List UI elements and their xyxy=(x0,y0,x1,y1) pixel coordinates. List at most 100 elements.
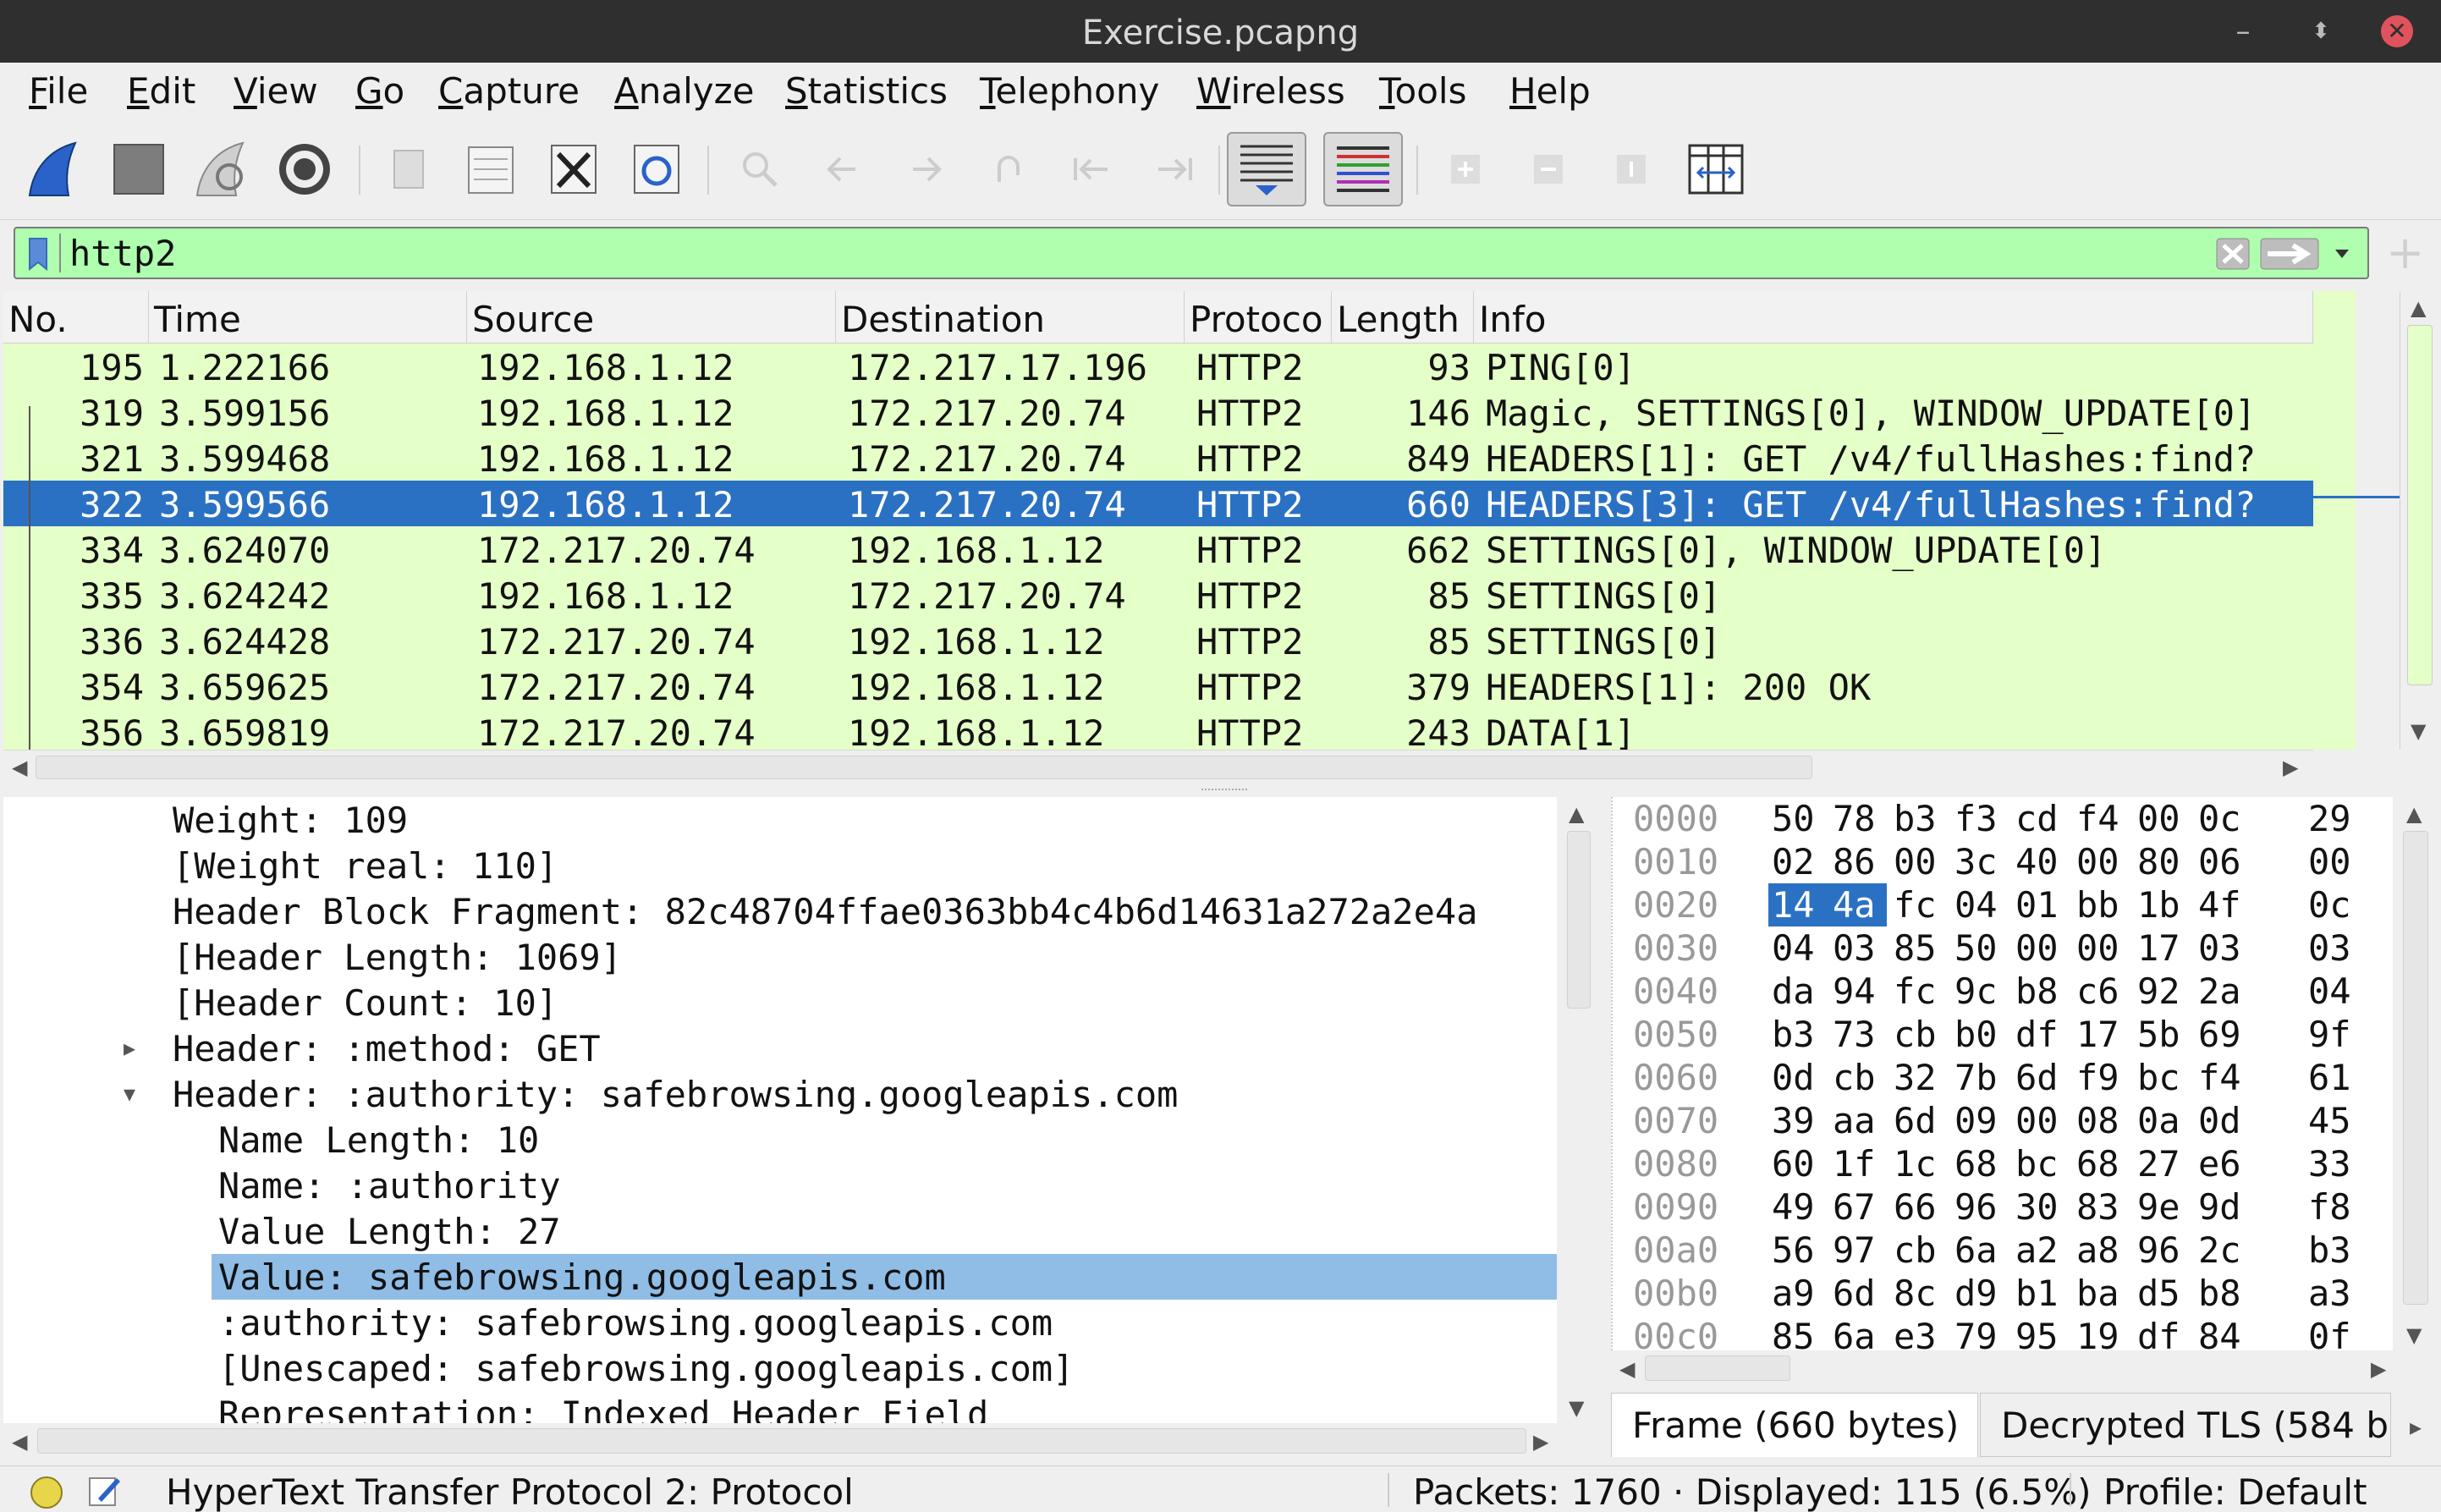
packet-row[interactable]: 335 3.624242 192.168.1.12 172.217.20.74 HTTP… xyxy=(3,572,2313,618)
hex-byte[interactable]: bb xyxy=(2076,883,2119,926)
col-info-header[interactable]: Info xyxy=(1474,291,2313,344)
hex-byte[interactable]: 2c xyxy=(2198,1229,2241,1272)
hex-byte[interactable]: 0f xyxy=(2308,1315,2351,1350)
go-last-icon[interactable] xyxy=(1141,135,1208,203)
hex-byte[interactable]: da xyxy=(1772,970,1815,1013)
hex-byte[interactable]: 30 xyxy=(2015,1185,2059,1229)
scroll-up-icon[interactable]: ▲ xyxy=(2406,802,2422,826)
col-no-header[interactable]: No. xyxy=(3,291,149,344)
hex-byte[interactable]: b3 xyxy=(2308,1229,2351,1272)
hex-byte[interactable]: 50 xyxy=(1772,797,1815,840)
hex-byte[interactable]: 39 xyxy=(1772,1099,1815,1142)
hex-byte[interactable]: f9 xyxy=(2076,1056,2119,1099)
hex-byte[interactable]: f4 xyxy=(2076,797,2119,840)
hex-byte[interactable]: 00 xyxy=(2076,926,2119,970)
colorize-icon[interactable] xyxy=(1323,132,1403,206)
hex-byte[interactable]: b3 xyxy=(1772,1013,1815,1056)
hex-byte[interactable]: b3 xyxy=(1894,797,1937,840)
hex-byte[interactable]: 9e xyxy=(2137,1185,2180,1229)
restart-capture-icon[interactable] xyxy=(188,135,256,203)
hex-byte[interactable]: 1b xyxy=(2137,883,2180,926)
hex-byte[interactable]: d9 xyxy=(1954,1272,1998,1315)
hex-byte[interactable]: b8 xyxy=(2198,1272,2241,1315)
scroll-up-icon[interactable]: ▲ xyxy=(2411,296,2426,320)
hex-byte[interactable]: 95 xyxy=(2015,1315,2059,1350)
scroll-right-icon[interactable]: ▶ xyxy=(2371,1357,2386,1381)
hex-byte[interactable]: 79 xyxy=(1954,1315,1998,1350)
hex-byte[interactable]: bc xyxy=(2015,1142,2059,1185)
hex-byte[interactable]: e3 xyxy=(1894,1315,1937,1350)
hex-byte[interactable]: aa xyxy=(1833,1099,1876,1142)
scroll-thumb[interactable] xyxy=(2407,325,2433,685)
hex-byte[interactable]: 83 xyxy=(2076,1185,2119,1229)
hex-byte[interactable]: 04 xyxy=(2308,970,2351,1013)
hex-byte[interactable]: 67 xyxy=(1833,1185,1876,1229)
save-file-icon[interactable] xyxy=(457,135,525,203)
hex-byte[interactable]: 04 xyxy=(1772,926,1815,970)
hex-byte[interactable]: cb xyxy=(1833,1056,1876,1099)
hex-byte[interactable]: 73 xyxy=(1833,1013,1876,1056)
shark-fin-start-capture-icon[interactable] xyxy=(20,135,88,203)
menu-statistics[interactable]: Statistics xyxy=(785,69,948,113)
menu-telephony[interactable]: Telephony xyxy=(980,69,1159,113)
bookmark-icon[interactable] xyxy=(27,237,49,271)
hex-byte[interactable]: 96 xyxy=(1954,1185,1998,1229)
hex-byte[interactable]: cb xyxy=(1894,1013,1937,1056)
hex-byte[interactable]: a8 xyxy=(2076,1229,2119,1272)
hex-byte[interactable]: 17 xyxy=(2076,1013,2119,1056)
hex-byte[interactable]: 97 xyxy=(1833,1229,1876,1272)
find-packet-icon[interactable] xyxy=(726,135,794,203)
hex-byte[interactable]: 61 xyxy=(2308,1056,2351,1099)
packet-row[interactable]: 195 1.222166 192.168.1.12 172.217.17.196 HTT… xyxy=(3,344,2313,389)
hex-byte[interactable]: ba xyxy=(2076,1272,2119,1315)
hex-byte[interactable]: 80 xyxy=(2137,840,2180,883)
scroll-right-icon[interactable]: ▶ xyxy=(2283,756,2298,779)
scroll-left-icon[interactable]: ◀ xyxy=(12,1430,27,1454)
filter-history-chevron-down-icon[interactable] xyxy=(2332,242,2352,266)
restore-button[interactable]: ⬍ xyxy=(2305,15,2337,47)
details-vertical-scrollbar[interactable]: ▲ ▼ xyxy=(1562,797,1596,1423)
hex-byte[interactable]: 50 xyxy=(1954,926,1998,970)
hex-byte[interactable]: 9c xyxy=(1954,970,1998,1013)
hex-byte[interactable]: 06 xyxy=(2198,840,2241,883)
scroll-thumb[interactable] xyxy=(1567,831,1591,1009)
zoom-in-icon[interactable] xyxy=(1432,135,1499,203)
tab-frame[interactable]: Frame (660 bytes) xyxy=(1611,1393,1978,1457)
capture-comment-edit-icon[interactable] xyxy=(86,1473,122,1509)
hex-byte[interactable]: 00 xyxy=(2015,926,2059,970)
hex-byte[interactable]: 00 xyxy=(2015,1099,2059,1142)
hex-byte[interactable]: b1 xyxy=(2015,1272,2059,1315)
hex-byte[interactable]: 85 xyxy=(1894,926,1937,970)
hex-byte[interactable]: 4f xyxy=(2198,883,2241,926)
scroll-right-icon[interactable]: ▶ xyxy=(1533,1430,1548,1454)
menu-analyze[interactable]: Analyze xyxy=(614,69,755,113)
packet-list[interactable]: No. Time Source Destination Protoco Length Inf… xyxy=(3,291,2356,750)
hex-byte[interactable]: 84 xyxy=(2198,1315,2241,1350)
detail-row[interactable]: Header: :authority: safebrowsing.googlea… xyxy=(166,1071,1178,1117)
resize-columns-icon[interactable] xyxy=(1682,135,1750,203)
packet-row[interactable]: 334 3.624070 172.217.20.74 192.168.1.12 HTTP… xyxy=(3,526,2313,572)
hex-byte-highlighted[interactable]: 14 xyxy=(1768,883,1818,926)
hex-byte[interactable]: 09 xyxy=(1954,1099,1998,1142)
hex-byte[interactable]: f4 xyxy=(2198,1056,2241,1099)
hex-byte[interactable]: 6a xyxy=(1954,1229,1998,1272)
display-filter-bar[interactable]: http2 xyxy=(14,227,2369,279)
go-forward-icon[interactable] xyxy=(892,135,959,203)
detail-row[interactable]: Value Length: 27 xyxy=(212,1208,561,1254)
col-protocol-header[interactable]: Protoco xyxy=(1185,291,1332,344)
zoom-out-icon[interactable] xyxy=(1515,135,1582,203)
packet-row[interactable]: 354 3.659625 172.217.20.74 192.168.1.12 HTTP… xyxy=(3,663,2313,709)
hex-byte[interactable]: 3c xyxy=(1954,840,1998,883)
hex-byte[interactable]: 40 xyxy=(2015,840,2059,883)
hex-byte[interactable]: 86 xyxy=(1833,840,1876,883)
detail-row[interactable]: Weight: 109 xyxy=(166,797,408,843)
stop-capture-icon[interactable] xyxy=(105,135,173,203)
hex-byte[interactable]: 85 xyxy=(1772,1315,1815,1350)
profile-status[interactable]: Profile: Default xyxy=(2103,1466,2367,1512)
hex-byte[interactable]: 27 xyxy=(2137,1142,2180,1185)
hex-byte[interactable]: df xyxy=(2015,1013,2059,1056)
packet-list-horizontal-scrollbar[interactable]: ◀ ▶ xyxy=(3,750,2313,783)
detail-row[interactable]: [Header Length: 1069] xyxy=(166,934,622,980)
packet-row[interactable]: 336 3.624428 172.217.20.74 192.168.1.12 HTTP… xyxy=(3,618,2313,663)
hex-byte[interactable]: d5 xyxy=(2137,1272,2180,1315)
